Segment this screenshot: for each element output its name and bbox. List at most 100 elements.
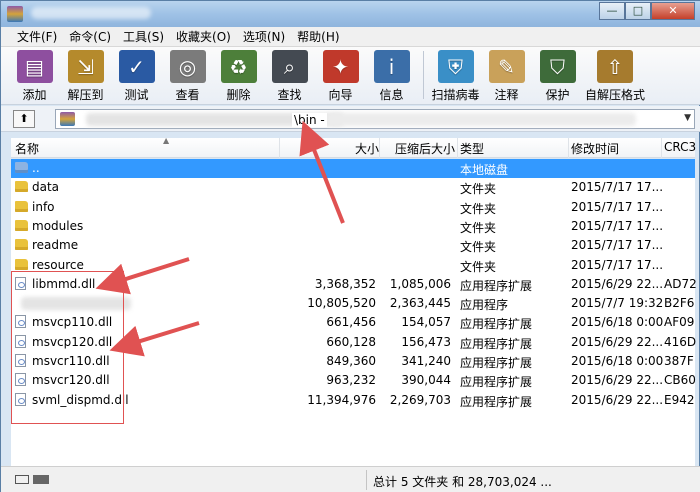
sfx-button[interactable]: ⇧ 自解压格式 <box>583 47 647 103</box>
file-modified: 2015/7/7 19:32 <box>571 296 664 311</box>
annotation-highlight-box <box>11 271 124 424</box>
file-modified: 2015/6/29 22... <box>571 276 664 291</box>
delete-icon: ♻ <box>220 50 257 83</box>
file-modified: 2015/6/18 0:00 <box>571 315 664 330</box>
find-button[interactable]: ⌕ 查找 <box>264 47 315 103</box>
column-crc[interactable]: CRC3 <box>664 140 696 154</box>
file-modified: 2015/7/17 17... <box>571 257 664 272</box>
window-controls: — □ ✕ <box>599 2 695 20</box>
menu-help[interactable]: 帮助(H) <box>291 28 345 46</box>
blurred-path-end <box>326 113 636 126</box>
file-packed-size: 2,269,703 <box>389 392 451 407</box>
address-path-text: \bin - <box>292 113 327 127</box>
column-divider <box>568 138 569 158</box>
protect-label: 保护 <box>545 88 570 102</box>
extract-to-label: 解压到 <box>67 88 104 102</box>
file-modified: 2015/6/29 22... <box>571 373 664 388</box>
wizard-label: 向导 <box>328 88 353 102</box>
maximize-button[interactable]: □ <box>625 2 651 20</box>
add-button[interactable]: ▤ 添加 <box>9 47 60 103</box>
sfx-icon: ⇧ <box>597 50 633 83</box>
up-folder-button[interactable]: ⬆ <box>13 110 35 128</box>
file-size: 3,368,352 <box>314 276 376 291</box>
file-type: 应用程序 <box>460 298 509 313</box>
address-dropdown-icon[interactable]: ▼ <box>684 113 691 123</box>
file-type: 文件夹 <box>460 182 497 197</box>
comment-button[interactable]: ✎ 注释 <box>481 47 532 103</box>
file-modified: 2015/7/17 17... <box>571 238 664 253</box>
file-crc: B2F6 <box>664 296 695 311</box>
minimize-button[interactable]: — <box>599 2 625 20</box>
title-bar[interactable]: — □ ✕ <box>1 1 700 27</box>
find-label: 查找 <box>277 88 302 102</box>
file-crc: CB60 <box>664 373 696 388</box>
comment-icon: ✎ <box>488 50 525 83</box>
extract-to-button[interactable]: ⇲ 解压到 <box>60 47 111 103</box>
file-name: info <box>32 199 55 214</box>
file-crc: AD72 <box>664 276 697 291</box>
menu-commands[interactable]: 命令(C) <box>63 28 117 46</box>
wizard-button[interactable]: ✦ 向导 <box>315 47 366 103</box>
folder-icon <box>15 258 28 270</box>
file-type: 本地磁盘 <box>460 163 509 177</box>
test-icon: ✓ <box>118 50 155 83</box>
file-name: resource <box>32 257 84 272</box>
key-icon <box>33 475 49 484</box>
file-row[interactable]: .. 本地磁盘 <box>11 159 695 178</box>
status-summary: 总计 5 文件夹 和 28,703,024 ... <box>373 475 552 489</box>
info-button[interactable]: i 信息 <box>366 47 417 103</box>
blurred-title <box>31 7 151 19</box>
file-row[interactable]: modules 文件夹 2015/7/17 17... <box>11 217 695 236</box>
file-name: readme <box>32 238 79 253</box>
folder-icon <box>15 239 28 251</box>
close-button[interactable]: ✕ <box>651 2 695 20</box>
protect-button[interactable]: ⛉ 保护 <box>532 47 583 103</box>
menu-tools[interactable]: 工具(S) <box>117 28 170 46</box>
menu-file[interactable]: 文件(F) <box>11 28 63 46</box>
column-divider <box>379 138 380 158</box>
file-modified: 2015/6/29 22... <box>571 392 664 407</box>
comment-label: 注释 <box>494 88 519 102</box>
status-divider <box>366 470 367 490</box>
file-type: 应用程序扩展 <box>460 278 533 293</box>
column-name[interactable]: 名称 <box>15 140 39 157</box>
list-header: 名称 ▲ 大小 压缩后大小 类型 修改时间 CRC3 <box>11 136 696 158</box>
file-packed-size: 1,085,006 <box>389 276 451 291</box>
file-size: 660,128 <box>326 334 376 349</box>
toolbar-separator <box>423 51 424 99</box>
column-type[interactable]: 类型 <box>460 140 484 157</box>
file-crc: 416D <box>664 334 697 349</box>
file-crc: E942 <box>664 392 695 407</box>
view-label: 查看 <box>175 88 200 102</box>
winrar-app-icon <box>7 6 23 22</box>
file-type: 应用程序扩展 <box>460 317 533 332</box>
column-modified[interactable]: 修改时间 <box>571 140 619 157</box>
address-field[interactable]: \bin - ▼ <box>55 109 695 129</box>
file-packed-size: 2,363,445 <box>389 296 451 311</box>
add-label: 添加 <box>22 88 47 102</box>
file-crc: 387F <box>664 354 694 368</box>
menu-options[interactable]: 选项(N) <box>237 28 291 46</box>
file-row[interactable]: info 文件夹 2015/7/17 17... <box>11 198 695 217</box>
protect-icon: ⛉ <box>539 50 576 83</box>
file-type: 文件夹 <box>460 259 497 274</box>
test-button[interactable]: ✓ 测试 <box>111 47 162 103</box>
file-name: data <box>32 180 60 195</box>
menu-bar: 文件(F) 命令(C) 工具(S) 收藏夹(O) 选项(N) 帮助(H) <box>1 27 700 47</box>
file-row[interactable]: data 文件夹 2015/7/17 17... <box>11 178 695 197</box>
file-modified: 2015/7/17 17... <box>571 180 664 195</box>
info-label: 信息 <box>379 88 404 102</box>
scan-virus-button[interactable]: ⛨ 扫描病毒 <box>430 47 481 103</box>
column-packed-size[interactable]: 压缩后大小 <box>395 140 455 157</box>
menu-favorites[interactable]: 收藏夹(O) <box>170 28 237 46</box>
delete-button[interactable]: ♻ 删除 <box>213 47 264 103</box>
column-size[interactable]: 大小 <box>355 140 379 157</box>
file-row[interactable]: readme 文件夹 2015/7/17 17... <box>11 236 695 255</box>
file-modified: 2015/6/18 0:00 <box>571 354 664 368</box>
file-type: 文件夹 <box>460 220 497 235</box>
find-icon: ⌕ <box>271 50 308 83</box>
scan-virus-label: 扫描病毒 <box>431 88 480 102</box>
add-archive-icon: ▤ <box>16 50 53 83</box>
info-icon: i <box>373 50 410 83</box>
view-button[interactable]: ◎ 查看 <box>162 47 213 103</box>
